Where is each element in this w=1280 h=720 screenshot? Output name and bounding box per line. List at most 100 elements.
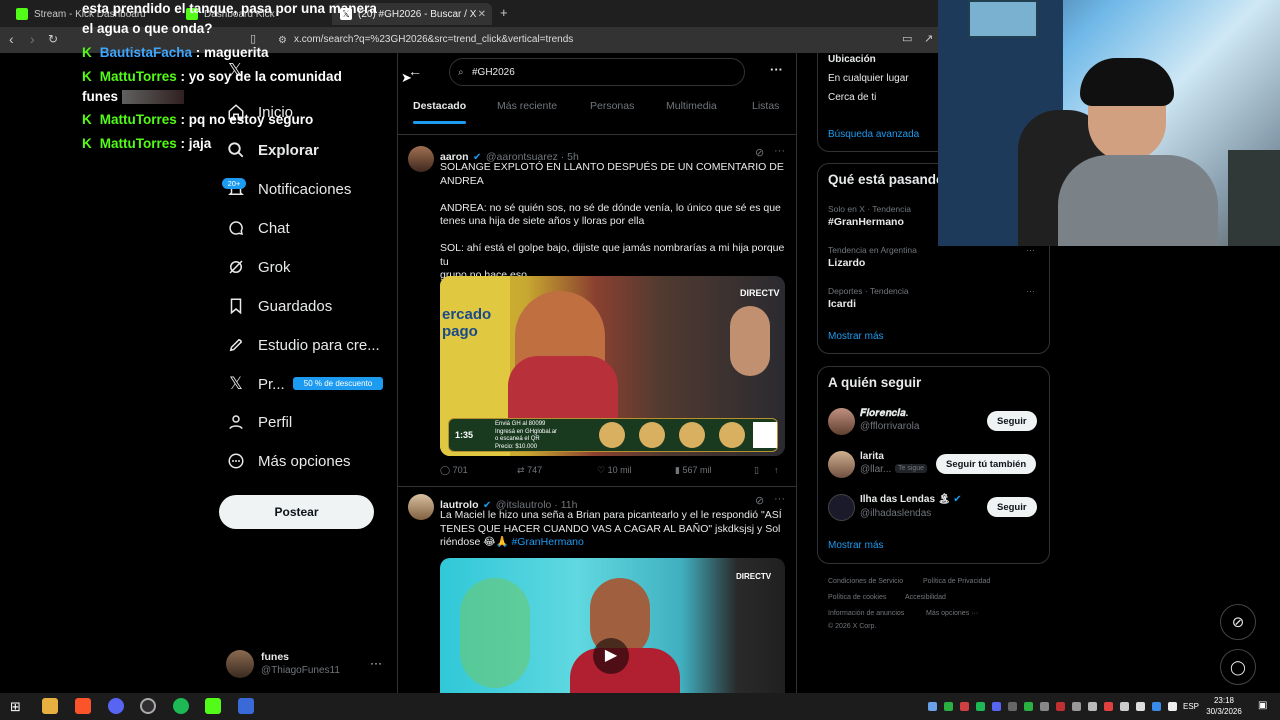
avatar[interactable] bbox=[226, 650, 254, 678]
sidebar-item-guardados[interactable]: Guardados bbox=[226, 293, 332, 319]
grok-analyze-icon[interactable]: ⊘ bbox=[755, 146, 764, 159]
tray-icon[interactable] bbox=[1056, 702, 1065, 711]
discord-tray-icon[interactable] bbox=[992, 702, 1001, 711]
follow-show-more[interactable]: Mostrar más bbox=[828, 540, 884, 551]
tab-destacado[interactable]: Destacado bbox=[413, 100, 466, 112]
address-bar[interactable]: x.com/search?q=%23GH2026&src=trend_click… bbox=[268, 30, 888, 50]
trend-name[interactable]: #GranHermano bbox=[828, 216, 904, 228]
sidebar-item-label: Pr... bbox=[258, 375, 285, 393]
avatar[interactable] bbox=[828, 494, 855, 521]
language-indicator[interactable]: ESP bbox=[1183, 702, 1199, 711]
tweet-more-icon[interactable]: ··· bbox=[774, 493, 785, 505]
spotify-tray-icon[interactable] bbox=[976, 702, 985, 711]
footer-link[interactable]: Política de cookies bbox=[828, 594, 886, 601]
trend-more-icon[interactable]: ··· bbox=[1026, 245, 1035, 255]
volume-icon[interactable] bbox=[1168, 702, 1177, 711]
kick-app-icon[interactable] bbox=[205, 698, 221, 714]
tweet-more-icon[interactable]: ··· bbox=[774, 145, 785, 157]
post-button[interactable]: Postear bbox=[219, 495, 374, 529]
spotify-icon[interactable] bbox=[173, 698, 189, 714]
tray-icon[interactable] bbox=[960, 702, 969, 711]
tray-icon[interactable] bbox=[1008, 702, 1017, 711]
tweet-video[interactable]: ercado pago DIRECTV 1:35 Enviá GH al 800… bbox=[440, 276, 785, 456]
tray-icon[interactable] bbox=[1088, 702, 1097, 711]
tab-listas[interactable]: Listas bbox=[752, 100, 779, 112]
tray-icon[interactable] bbox=[1104, 702, 1113, 711]
avatar[interactable] bbox=[828, 408, 855, 435]
footer-link[interactable]: Accesibilidad bbox=[905, 594, 946, 601]
follow-name[interactable]: 𝑭𝒍𝒐𝒓𝒆𝒏𝒄𝒊𝒂. bbox=[860, 408, 908, 419]
hashtag-link[interactable]: #GranHermano bbox=[511, 536, 583, 548]
tray-icon[interactable] bbox=[1120, 702, 1129, 711]
windows-start-icon[interactable]: ⊞ bbox=[10, 699, 21, 715]
follow-button[interactable]: Seguir bbox=[987, 411, 1037, 431]
reply-button[interactable]: ◯ 701 bbox=[440, 465, 468, 476]
sidebar-item-chat[interactable]: Chat bbox=[226, 215, 290, 241]
tray-icon[interactable] bbox=[1152, 702, 1161, 711]
tweet-video[interactable]: DIRECTV ▶ bbox=[440, 558, 785, 693]
xbox-icon[interactable] bbox=[944, 702, 953, 711]
sidebar-item-mas-opciones[interactable]: Más opciones bbox=[226, 448, 351, 474]
brave-icon[interactable] bbox=[75, 698, 91, 714]
location-option-anywhere[interactable]: En cualquier lugar bbox=[828, 73, 909, 84]
forward-icon[interactable]: › bbox=[30, 32, 35, 46]
views-button[interactable]: ▮ 567 mil bbox=[675, 465, 711, 476]
footer-link[interactable]: Información de anuncios bbox=[828, 610, 904, 617]
bookmark-tweet-icon[interactable]: ▯ bbox=[754, 465, 759, 476]
account-more-icon[interactable]: ··· bbox=[370, 656, 382, 670]
footer-link[interactable]: Condiciones de Servicio bbox=[828, 578, 903, 585]
sidebar-item-premium[interactable]: 𝕏 Pr... bbox=[226, 371, 285, 397]
grok-fab[interactable]: ⊘ bbox=[1220, 604, 1256, 640]
tray-icon[interactable] bbox=[1040, 702, 1049, 711]
chat-message: K MattuTorres : yo soy de la comunidad bbox=[82, 69, 342, 84]
grok-analyze-icon[interactable]: ⊘ bbox=[755, 494, 764, 507]
tab-personas[interactable]: Personas bbox=[590, 100, 634, 112]
tray-icon[interactable] bbox=[1024, 702, 1033, 711]
site-info-icon[interactable]: ⚙ bbox=[278, 34, 287, 48]
sidebar-item-estudio[interactable]: Estudio para cre... bbox=[226, 332, 380, 358]
tray-icon[interactable] bbox=[1072, 702, 1081, 711]
file-explorer-icon[interactable] bbox=[42, 698, 58, 714]
avatar[interactable] bbox=[408, 494, 434, 520]
footer-link[interactable]: Más opciones ··· bbox=[926, 610, 978, 617]
retweet-button[interactable]: ⇄ 747 bbox=[517, 465, 542, 476]
discord-icon[interactable] bbox=[108, 698, 124, 714]
like-button[interactable]: ♡ 10 mil bbox=[597, 465, 632, 476]
sidebar-item-explorar[interactable]: Explorar bbox=[226, 137, 319, 163]
share-tweet-icon[interactable]: ↑ bbox=[774, 465, 779, 475]
footer-link[interactable]: Política de Privacidad bbox=[923, 578, 990, 585]
bookmark-page-icon[interactable]: ▯ bbox=[250, 32, 256, 46]
trend-more-icon[interactable]: ··· bbox=[1026, 286, 1035, 296]
advanced-search-link[interactable]: Búsqueda avanzada bbox=[828, 129, 919, 140]
tab-mas-reciente[interactable]: Más reciente bbox=[497, 100, 557, 112]
notification-center-icon[interactable]: ▣ bbox=[1258, 700, 1267, 711]
trend-name[interactable]: Lizardo bbox=[828, 257, 865, 269]
follow-button[interactable]: Seguir bbox=[987, 497, 1037, 517]
obs-icon[interactable] bbox=[140, 698, 156, 714]
trend-name[interactable]: Icardi bbox=[828, 298, 856, 310]
tray-icon[interactable] bbox=[1136, 702, 1145, 711]
trends-show-more[interactable]: Mostrar más bbox=[828, 331, 884, 342]
close-tab-icon[interactable]: ✕ bbox=[478, 9, 486, 20]
tab-multimedia[interactable]: Multimedia bbox=[666, 100, 717, 112]
tray-icon[interactable] bbox=[928, 702, 937, 711]
tweet-body: La Maciel le hizo una seña a Brian para … bbox=[440, 509, 782, 548]
search-input[interactable]: ⌕ #GH2026 bbox=[449, 58, 745, 86]
back-icon[interactable]: ‹ bbox=[9, 32, 14, 46]
sidebar-item-grok[interactable]: Grok bbox=[226, 254, 291, 280]
clock-time[interactable]: 23:18 bbox=[1212, 696, 1236, 705]
clock-date[interactable]: 30/3/2026 bbox=[1204, 707, 1244, 716]
sidebar-item-perfil[interactable]: Perfil bbox=[226, 409, 292, 435]
follow-name[interactable]: Ilha das Lendas 🏝 ✔ bbox=[860, 494, 962, 505]
avatar[interactable] bbox=[408, 146, 434, 172]
search-more-icon[interactable]: ··· bbox=[770, 62, 783, 77]
reload-icon[interactable]: ↻ bbox=[48, 32, 58, 46]
avatar[interactable] bbox=[828, 451, 855, 478]
messages-fab[interactable]: ◯ bbox=[1220, 649, 1256, 685]
location-option-near[interactable]: Cerca de ti bbox=[828, 92, 876, 103]
follow-name[interactable]: larita bbox=[860, 451, 884, 462]
play-icon[interactable]: ▶ bbox=[593, 638, 629, 674]
new-tab-button[interactable]: + bbox=[500, 5, 508, 20]
follow-back-button[interactable]: Seguir tú también bbox=[936, 454, 1037, 474]
app-icon[interactable] bbox=[238, 698, 254, 714]
